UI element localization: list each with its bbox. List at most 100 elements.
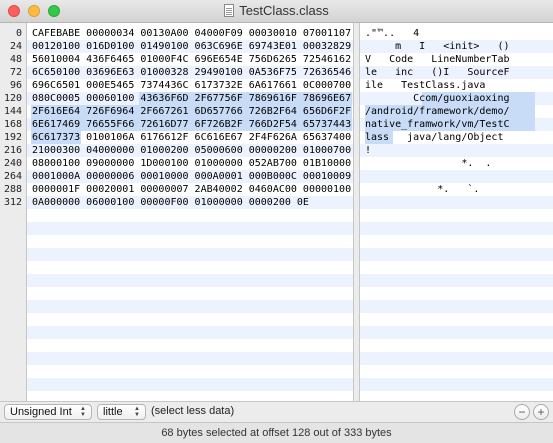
hex-row[interactable]: CAFEBABE 00000034 00130A00 04000F09 0003… [27,27,353,40]
ascii-row[interactable]: m I <init> () [360,40,553,53]
empty-row [27,222,353,235]
ascii-chars: *. `. [365,184,480,195]
select-arrows-icon: ▲ ▼ [80,406,86,418]
data-inspector-bar: Unsigned Int ▲ ▼ little ▲ ▼ (select less d… [0,401,553,423]
ascii-row[interactable]: ! [360,144,553,157]
editor-area: 0 24 48 72 96 120 144 168 192 216 240 264 288 312 CAF… [0,23,553,401]
type-select[interactable]: Unsigned Int ▲ ▼ [4,404,92,420]
empty-row [360,274,553,287]
empty-row [27,300,353,313]
ascii-chars: ile TestClass.java [365,80,486,91]
ascii-chars: *. . [365,158,492,169]
hex-row[interactable]: 21000300 04000000 01000200 05000600 0000… [27,144,353,157]
ascii-row[interactable] [360,196,553,209]
hex-bytes: 0000001F 00020001 00000007 2AB40002 0460… [32,184,352,195]
hex-row[interactable]: 6C650100 03696E63 01000328 29490100 0A53… [27,66,353,79]
offset-label: 120 [3,93,22,104]
ascii-chars: native_framwork/vm/TestC [365,119,510,130]
empty-row [27,274,353,287]
ascii-row[interactable]: *. . [360,157,553,170]
offset-label: 216 [3,145,22,156]
ascii-chars: ! [365,145,372,156]
hex-bytes: 0A000000 06000100 00000F00 01000000 0000… [32,197,309,208]
hex-row[interactable]: 08000100 09000000 1D000100 01000000 052A… [27,157,353,170]
ascii-row[interactable]: *. `. [360,183,553,196]
hex-row[interactable]: 6C617373 0100106A 6176612F 6C616E67 2F4F… [27,131,353,144]
document-icon [224,4,235,17]
select-less-data-label: (select less data) [151,405,235,417]
ascii-chars: ."™.. 4 [365,28,420,39]
hex-row[interactable]: 0A000000 06000100 00000F00 01000000 0000… [27,196,353,209]
remove-inspector-button[interactable]: − [514,404,530,420]
offset-label: 96 [9,80,22,91]
ascii-chars: le inc ()I SourceF [365,67,510,78]
empty-row [27,352,353,365]
empty-row [27,378,353,391]
hex-row[interactable]: 6E617469 76655F66 72616D77 6F726B2F 766D… [27,118,353,131]
ascii-chars: V Code LineNumberTab [365,54,510,65]
offset-label: 168 [3,119,22,130]
hex-row[interactable]: 696C6501 000E5465 7374436C 6173732E 6A61… [27,79,353,92]
hex-bytes: 2F616E64 726F6964 2F667261 6D657766 726B… [32,106,352,117]
empty-row [27,326,353,339]
offset-label: 24 [9,41,22,52]
hex-bytes: 21000300 04000000 01000200 05000600 0000… [32,145,352,156]
empty-row [360,300,553,313]
endian-select-value: little [103,406,123,418]
empty-row [360,222,553,235]
ascii-chars: lass java/lang/Object [365,132,504,143]
offset-label: 264 [3,171,22,182]
hex-bytes: 6C650100 03696E63 01000328 29490100 0A53… [32,67,352,78]
pane-divider[interactable] [353,23,360,401]
title-bar: TestClass.class [0,0,553,23]
ascii-chars: /android/framework/demo/ [365,106,510,117]
status-bar: 68 bytes selected at offset 128 out of 3… [0,422,553,443]
ascii-row[interactable]: /android/framework/demo/ [360,105,553,118]
offset-label: 240 [3,158,22,169]
ascii-chars: m I <init> () [365,41,510,52]
hex-row[interactable]: 56010004 436F6465 01000F4C 696E654E 756D… [27,53,353,66]
ascii-row[interactable]: V Code LineNumberTab [360,53,553,66]
hex-bytes: 696C6501 000E5465 7374436C 6173732E 6A61… [32,80,352,91]
offset-label: 288 [3,184,22,195]
empty-row [360,378,553,391]
ascii-row[interactable]: Ccom/guoxiaoxing [360,92,553,105]
hex-row[interactable]: 2F616E64 726F6964 2F667261 6D657766 726B… [27,105,353,118]
hex-bytes: 00120100 016D0100 01490100 063C696E 6974… [32,41,352,52]
empty-row [27,248,353,261]
hex-bytes: 6E617469 76655F66 72616D77 6F726B2F 766D… [32,119,352,130]
hex-bytes: 080C0005 00060100 43636F6D 2F67756F 7869… [32,93,352,104]
ascii-chars: Ccom/guoxiaoxing [365,93,510,104]
ascii-row[interactable]: lass java/lang/Object [360,131,553,144]
hex-bytes: 56010004 436F6465 01000F4C 696E654E 756D… [32,54,352,65]
status-text: 68 bytes selected at offset 128 out of 3… [161,427,392,439]
hex-bytes: CAFEBABE 00000034 00130A00 04000F09 0003… [32,28,352,39]
hex-bytes: 08000100 09000000 1D000100 01000000 052A… [32,158,352,169]
empty-row [360,352,553,365]
window-title: TestClass.class [239,3,329,18]
offset-label: 144 [3,106,22,117]
type-select-value: Unsigned Int [10,406,72,418]
hex-row[interactable]: 0001000A 00000006 00010000 000A0001 000B… [27,170,353,183]
window-title-area: TestClass.class [0,3,553,18]
ascii-row[interactable]: ile TestClass.java [360,79,553,92]
ascii-pane[interactable]: ."™.. 4 m I <init> () V Code LineNumberTa… [360,23,553,401]
offset-label: 312 [3,197,22,208]
endian-select[interactable]: little ▲ ▼ [97,404,146,420]
offset-label: 72 [9,67,22,78]
empty-row [360,248,553,261]
add-inspector-button[interactable]: + [533,404,549,420]
offset-gutter: 0 24 48 72 96 120 144 168 192 216 240 264 288 312 [0,23,27,401]
hex-bytes: 0001000A 00000006 00010000 000A0001 000B… [32,171,352,182]
offset-label: 192 [3,132,22,143]
hex-row[interactable]: 00120100 016D0100 01490100 063C696E 6974… [27,40,353,53]
hex-row[interactable]: 0000001F 00020001 00000007 2AB40002 0460… [27,183,353,196]
hex-row[interactable]: 080C0005 00060100 43636F6D 2F67756F 7869… [27,92,353,105]
hex-bytes: 6C617373 0100106A 6176612F 6C616E67 2F4F… [32,132,352,143]
hex-pane[interactable]: CAFEBABE 00000034 00130A00 04000F09 0003… [27,23,353,401]
ascii-row[interactable]: le inc ()I SourceF [360,66,553,79]
ascii-row[interactable]: ."™.. 4 [360,27,553,40]
ascii-row[interactable]: native_framwork/vm/TestC [360,118,553,131]
empty-row [360,326,553,339]
ascii-row[interactable] [360,170,553,183]
